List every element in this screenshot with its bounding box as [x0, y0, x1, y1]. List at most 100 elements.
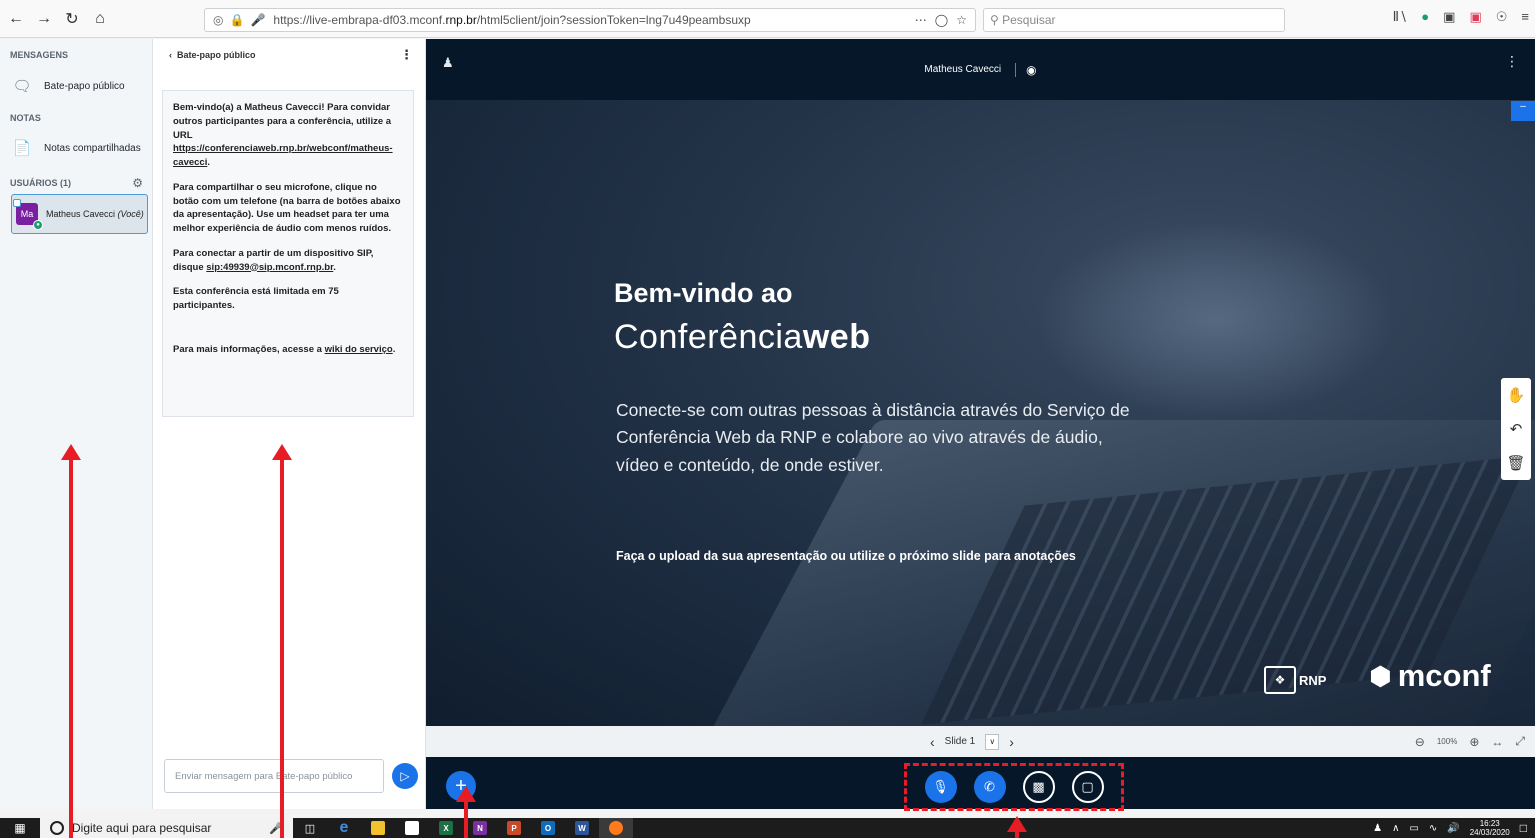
- video-off-icon: ▩: [1032, 779, 1045, 794]
- shield-icon[interactable]: ◎: [213, 13, 223, 27]
- battery-icon[interactable]: ▭: [1409, 823, 1418, 834]
- user-toggle-icon[interactable]: ♟: [442, 55, 454, 71]
- outlook-icon[interactable]: O: [531, 818, 565, 838]
- system-tray: ♟ ∧ ▭ ∿ 🔊 16:23 24/03/2020 □: [1373, 818, 1527, 838]
- annotation-arrow-chat-panel: [272, 444, 292, 838]
- next-slide-button[interactable]: ›: [1009, 734, 1014, 750]
- system-clock[interactable]: 16:23 24/03/2020: [1470, 819, 1510, 837]
- account-icon[interactable]: ☉: [1496, 9, 1508, 25]
- slide-heading: Bem-vindo ao: [614, 278, 793, 308]
- mconf-logo: ⬢ mconf: [1369, 658, 1491, 693]
- pocket-icon[interactable]: ◯: [935, 13, 948, 27]
- fullscreen-icon[interactable]: ⤢: [1515, 734, 1525, 749]
- presentation-slide[interactable]: Bem-vindo ao Conferênciaweb Conecte-se c…: [426, 100, 1535, 726]
- search-icon: ⚲: [990, 13, 1003, 27]
- powerpoint-icon[interactable]: P: [497, 818, 531, 838]
- reload-icon[interactable]: ↻: [60, 7, 84, 31]
- sip-link[interactable]: sip:49939@sip.mconf.rnp.br: [206, 262, 333, 273]
- close-chat-button[interactable]: ‹ Bate-papo público: [169, 50, 256, 60]
- bookmark-star-icon[interactable]: ☆: [956, 13, 967, 27]
- notes-section-title: NOTAS: [10, 113, 41, 123]
- chat-header: ‹ Bate-papo público ⋮: [153, 39, 425, 71]
- sip-instructions: Para conectar a partir de um dispositivo…: [173, 247, 374, 273]
- chevron-down-icon[interactable]: ∨: [985, 733, 1000, 750]
- windows-start-icon[interactable]: ▦: [0, 818, 40, 838]
- address-bar[interactable]: ◎ 🔒 🎤 https://live-embrapa-df03.mconf.rn…: [204, 8, 976, 32]
- library-icon[interactable]: Ⅱ∖: [1393, 9, 1408, 25]
- shared-notes-item[interactable]: 📄 Notas compartilhadas: [0, 139, 151, 157]
- task-view-icon[interactable]: ◫: [293, 818, 327, 838]
- slide-upload-hint: Faça o upload da sua apresentação ou uti…: [616, 549, 1076, 563]
- show-hidden-icons[interactable]: ∧: [1392, 823, 1399, 834]
- options-menu-icon[interactable]: ⋮: [1505, 53, 1519, 70]
- page-actions-icon[interactable]: ⋯: [915, 13, 927, 27]
- rnp-mark-icon: ❖: [1264, 666, 1296, 694]
- minimize-presentation-button[interactable]: –: [1511, 101, 1535, 121]
- annotation-arrow-media-controls: [1007, 816, 1027, 838]
- zoom-in-icon[interactable]: ⊕: [1469, 735, 1479, 749]
- url-text: https://live-embrapa-df03.mconf.rnp.br/h…: [273, 13, 751, 27]
- trash-icon[interactable]: 🗑: [1506, 454, 1525, 472]
- media-controls-highlight: 🎙 ✆ ▩ ▢: [904, 763, 1124, 811]
- more-info: Para mais informações, acesse a wiki do …: [173, 343, 396, 355]
- background-hand: [1036, 220, 1396, 420]
- wiki-link[interactable]: wiki do serviço: [325, 344, 393, 355]
- chat-options-icon[interactable]: ⋮: [400, 47, 413, 63]
- microphone-permission-icon[interactable]: 🎤: [250, 13, 265, 27]
- forward-icon[interactable]: →: [32, 7, 56, 31]
- presenter-badge-icon: [13, 199, 21, 207]
- presentation-area: ♟ Matheus Cavecci ◉ ⋮ Bem-vindo ao Confe…: [426, 39, 1535, 811]
- webcam-button[interactable]: ▩: [1022, 771, 1055, 803]
- taskbar-search-input[interactable]: Digite aqui para pesquisar 🎤: [40, 818, 293, 838]
- chat-panel: ‹ Bate-papo público ⋮ Bem-vindo(a) a Mat…: [153, 39, 426, 809]
- presentation-toolbar: ‹ Slide 1 ∨ › ⊖ 100% ⊕ ↔ ⤢: [426, 726, 1535, 757]
- edge-icon[interactable]: e: [327, 818, 361, 838]
- public-chat-item[interactable]: 🗨 Bate-papo público: [0, 77, 135, 95]
- record-icon[interactable]: ◉: [1015, 62, 1037, 77]
- slide-selector[interactable]: Slide 1: [945, 736, 976, 747]
- microphone-instructions: Para compartilhar o seu microfone, cliqu…: [173, 181, 401, 235]
- extension-chat-icon[interactable]: ●: [1421, 9, 1429, 25]
- lock-icon[interactable]: 🔒: [229, 13, 244, 27]
- volume-icon[interactable]: 🔊: [1447, 823, 1459, 834]
- settings-gear-icon[interactable]: ⚙: [132, 176, 143, 190]
- file-explorer-icon[interactable]: [361, 818, 395, 838]
- chat-message-input[interactable]: Enviar mensagem para Bate-papo público: [164, 759, 384, 793]
- word-icon[interactable]: W: [565, 818, 599, 838]
- annotation-arrow-user-panel: [61, 444, 81, 838]
- notifications-icon[interactable]: □: [1520, 821, 1527, 835]
- zoom-out-icon[interactable]: ⊖: [1415, 735, 1425, 749]
- firefox-icon[interactable]: [599, 818, 633, 838]
- previous-slide-button[interactable]: ‹: [930, 734, 935, 750]
- cortana-icon: [50, 821, 64, 835]
- excel-icon[interactable]: X: [429, 818, 463, 838]
- microphone-button[interactable]: 🎙: [924, 771, 957, 803]
- people-icon[interactable]: ♟: [1373, 823, 1382, 834]
- nav-bar: ♟ Matheus Cavecci ◉ ⋮: [426, 39, 1535, 100]
- listen-only-icon: ●: [33, 220, 43, 230]
- back-icon[interactable]: ←: [4, 7, 28, 31]
- participant-limit: Esta conferência está limitada em 75 par…: [173, 286, 339, 312]
- send-message-button[interactable]: ▷: [392, 763, 418, 789]
- microphone-icon: 🎙: [932, 779, 949, 794]
- slide-description: Conecte-se com outras pessoas à distânci…: [616, 400, 1130, 475]
- pocket-extension-icon[interactable]: ▣: [1469, 9, 1481, 25]
- screen-share-button[interactable]: ▢: [1071, 771, 1104, 803]
- browser-search-input[interactable]: ⚲ Pesquisar: [983, 8, 1285, 32]
- conference-url-link[interactable]: https://conferenciaweb.rnp.br/webconf/ma…: [173, 143, 393, 168]
- home-icon[interactable]: ⌂: [88, 7, 112, 31]
- reader-view-icon[interactable]: ▣: [1443, 9, 1455, 25]
- phone-button[interactable]: ✆: [973, 771, 1006, 803]
- hand-tool-icon[interactable]: ✋: [1507, 386, 1526, 404]
- onenote-icon[interactable]: N: [463, 818, 497, 838]
- phone-icon: ✆: [984, 779, 995, 794]
- user-list-item[interactable]: Ma ● Matheus Cavecci (Você): [11, 194, 148, 234]
- store-icon[interactable]: [395, 818, 429, 838]
- action-bar: + 🎙 ✆ ▩ ▢: [426, 757, 1535, 811]
- undo-icon[interactable]: ↶: [1510, 420, 1523, 438]
- screen-share-off-icon: ▢: [1081, 779, 1094, 794]
- wifi-icon[interactable]: ∿: [1429, 823, 1437, 834]
- menu-icon[interactable]: ≡: [1521, 9, 1529, 25]
- fit-width-icon[interactable]: ↔: [1491, 735, 1503, 749]
- user-list-panel: MENSAGENS 🗨 Bate-papo público NOTAS 📄 No…: [0, 39, 153, 809]
